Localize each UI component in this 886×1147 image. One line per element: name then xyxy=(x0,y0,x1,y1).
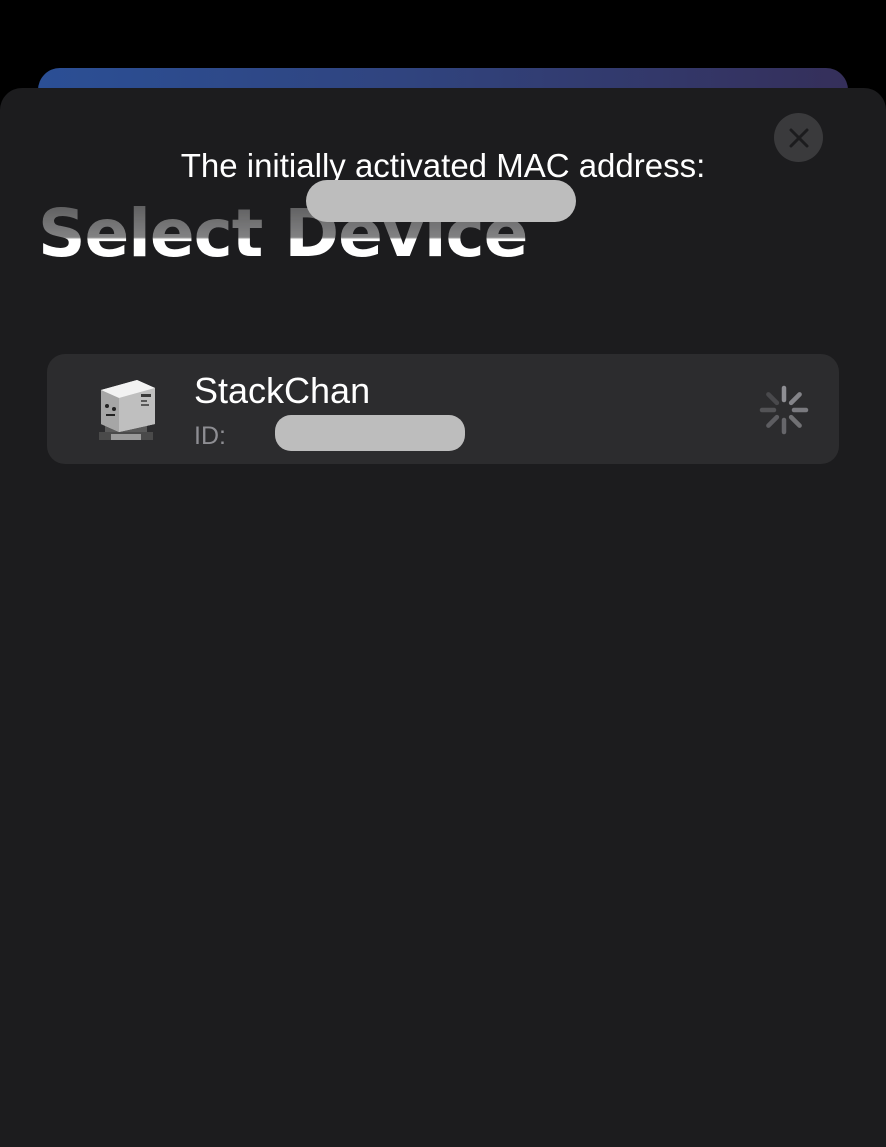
device-row-stackchan[interactable]: StackChan ID: xyxy=(47,354,839,464)
select-device-sheet: Select Device StackChan ID: The initiall… xyxy=(0,88,886,1147)
redacted-mac-address xyxy=(306,180,576,222)
loading-spinner-icon xyxy=(759,385,809,435)
device-id-label: ID: xyxy=(194,422,226,450)
screen: Select Device StackChan ID: The initiall… xyxy=(0,0,886,1147)
stackchan-device-image xyxy=(99,380,155,440)
redacted-device-id xyxy=(275,415,465,451)
device-name: StackChan xyxy=(194,370,371,411)
